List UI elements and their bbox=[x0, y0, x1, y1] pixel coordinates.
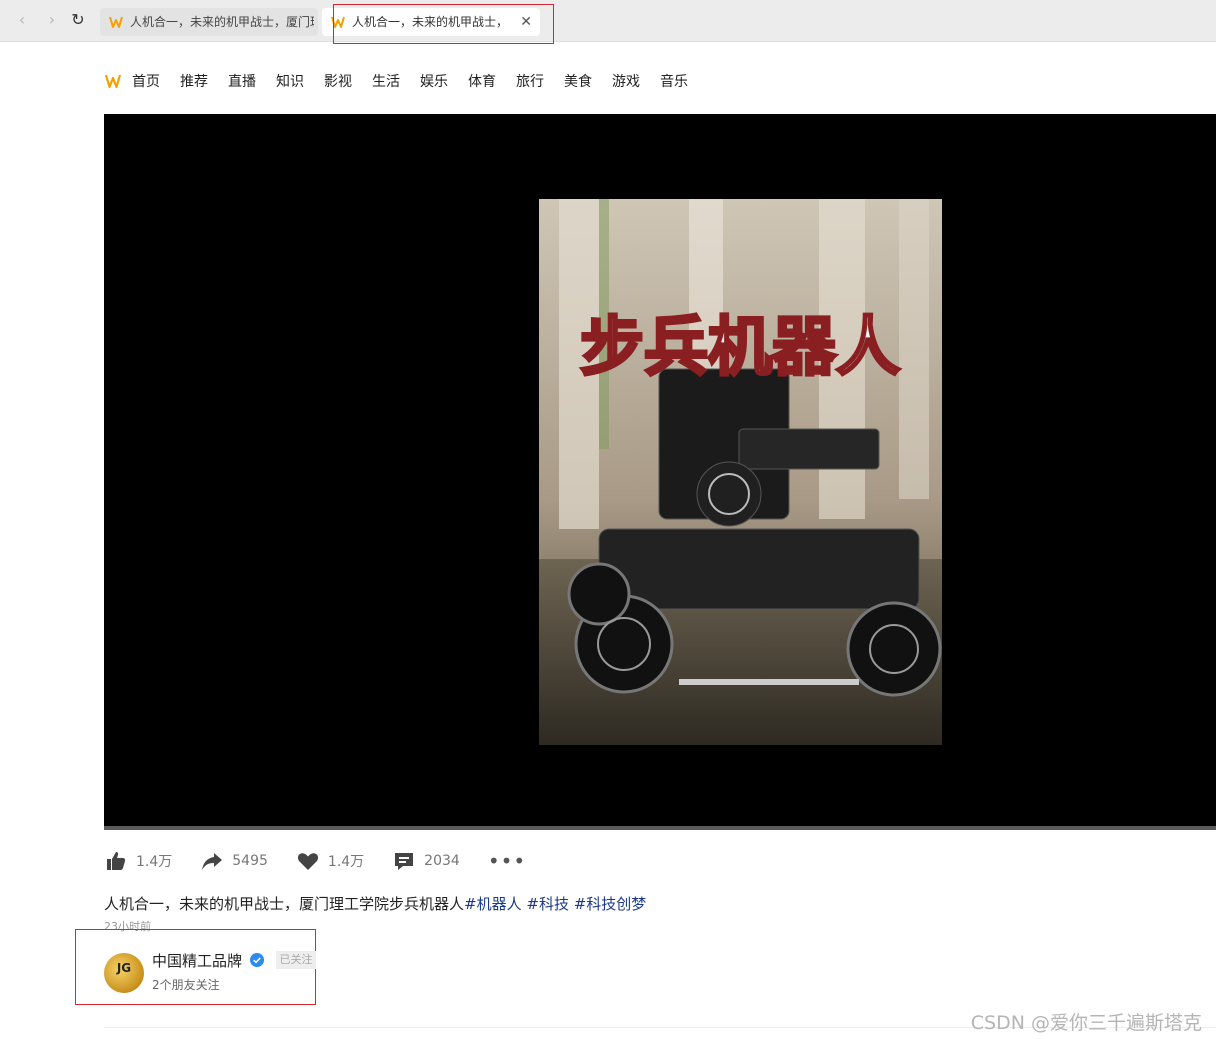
comment-button[interactable]: 2034 bbox=[392, 849, 460, 873]
author-name[interactable]: 中国精工品牌 bbox=[152, 950, 242, 971]
heart-icon bbox=[297, 853, 318, 870]
nav-item-home[interactable]: 首页 bbox=[132, 71, 160, 91]
author-avatar[interactable]: JG bbox=[104, 953, 144, 993]
nav-item-recommend[interactable]: 推荐 bbox=[180, 71, 208, 91]
description-text: 人机合一，未来的机甲战士，厦门理工学院步兵机器人 bbox=[104, 895, 465, 913]
verified-badge-icon bbox=[250, 953, 264, 967]
thumbs-up-icon bbox=[107, 852, 126, 870]
nav-item-sports[interactable]: 体育 bbox=[468, 71, 496, 91]
hashtag-link[interactable]: #科技创梦 bbox=[574, 895, 647, 913]
hashtag-link[interactable]: #机器人 bbox=[464, 895, 522, 913]
browser-tab-bar: ‹ › ↻ 人机合一，未来的机甲战士，厦门理 人机合一，未来的机甲战士， ✕ bbox=[0, 0, 1216, 42]
poster-title: 步兵机器人 bbox=[580, 311, 900, 385]
tab-title: 人机合一，未来的机甲战士，厦门理 bbox=[130, 15, 314, 29]
favorite-button[interactable]: 1.4万 bbox=[296, 849, 364, 873]
forward-button[interactable]: › bbox=[42, 10, 62, 30]
share-button[interactable]: 5495 bbox=[200, 849, 268, 873]
comment-bubble-icon bbox=[395, 853, 414, 870]
hashtag-link[interactable]: #科技 bbox=[526, 895, 569, 913]
back-button[interactable]: ‹ bbox=[12, 10, 32, 30]
like-button[interactable]: 1.4万 bbox=[104, 849, 172, 873]
follow-button[interactable]: 已关注 bbox=[276, 951, 316, 969]
nav-item-knowledge[interactable]: 知识 bbox=[276, 71, 304, 91]
more-dots-icon: ••• bbox=[487, 849, 527, 873]
avatar-text: JG bbox=[116, 961, 132, 975]
friends-following: 2个朋友关注 bbox=[152, 978, 220, 992]
favorite-count: 1.4万 bbox=[327, 854, 365, 870]
nav-item-games[interactable]: 游戏 bbox=[612, 71, 640, 91]
video-description: 人机合一，未来的机甲战士，厦门理工学院步兵机器人#机器人 #科技 #科技创梦 bbox=[104, 893, 646, 914]
more-button[interactable]: ••• bbox=[488, 849, 526, 873]
action-bar: 1.4万 5495 1.4万 2034 ••• bbox=[104, 848, 554, 874]
watermark: CSDN @爱你三千遍斯塔克 bbox=[970, 1012, 1202, 1034]
site-navigation: 首页 推荐 直播 知识 影视 生活 娱乐 体育 旅行 美食 游戏 音乐 bbox=[104, 70, 708, 92]
site-favicon-icon bbox=[109, 16, 123, 28]
share-count: 5495 bbox=[232, 853, 268, 869]
video-progress-bar[interactable] bbox=[104, 826, 1216, 830]
nav-item-entertainment[interactable]: 娱乐 bbox=[420, 71, 448, 91]
reload-button[interactable]: ↻ bbox=[68, 10, 88, 30]
nav-item-live[interactable]: 直播 bbox=[228, 71, 256, 91]
nav-item-film[interactable]: 影视 bbox=[324, 71, 352, 91]
annotation-box-tab bbox=[333, 4, 554, 44]
comment-count: 2034 bbox=[424, 853, 460, 869]
site-logo-icon[interactable] bbox=[104, 72, 122, 90]
nav-item-music[interactable]: 音乐 bbox=[660, 71, 688, 91]
like-count: 1.4万 bbox=[136, 854, 173, 870]
nav-item-life[interactable]: 生活 bbox=[372, 71, 400, 91]
nav-item-food[interactable]: 美食 bbox=[564, 71, 592, 91]
browser-tab-1[interactable]: 人机合一，未来的机甲战士，厦门理 bbox=[100, 8, 318, 36]
video-poster-image: 步兵机器人 bbox=[539, 199, 942, 745]
share-arrow-icon bbox=[202, 853, 223, 870]
nav-item-travel[interactable]: 旅行 bbox=[516, 71, 544, 91]
